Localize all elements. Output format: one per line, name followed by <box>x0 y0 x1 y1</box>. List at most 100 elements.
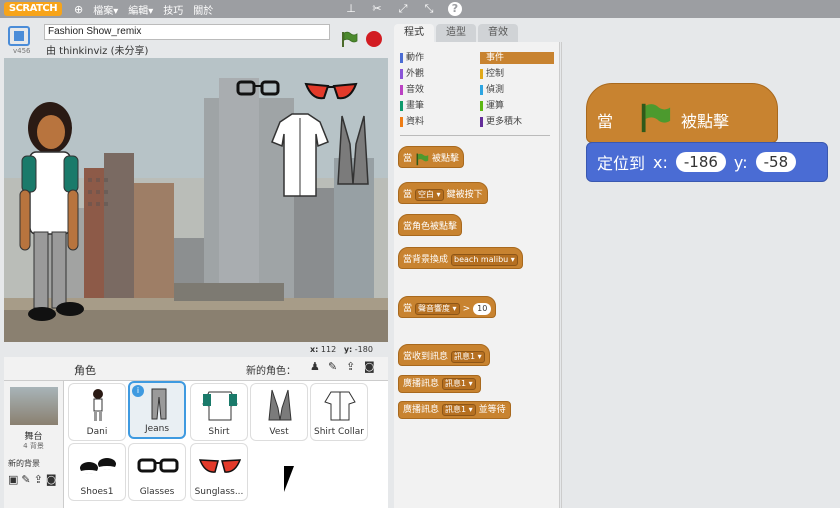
category-sound[interactable]: 音效 <box>400 84 474 96</box>
sprite-tile-jeans[interactable]: i Jeans <box>128 381 186 439</box>
key-dropdown[interactable]: 空白 ▾ <box>415 189 444 201</box>
stage-header: v456 Fashion Show_remix 由 thinkinviz (未分… <box>0 18 390 58</box>
x-value-input[interactable]: -186 <box>675 152 726 172</box>
sprite-name: Glasses <box>139 487 175 497</box>
block-when-flag-clicked[interactable]: 當 被點擊 <box>398 146 465 168</box>
block-broadcast[interactable]: 廣播訊息 訊息1 ▾ <box>398 375 481 393</box>
shirt-collar-thumb <box>324 391 356 421</box>
mouse-coords: x: 112 y: -180 <box>310 345 373 354</box>
sunglasses-thumb <box>199 459 241 473</box>
scratch-logo[interactable]: SCRATCH <box>4 2 62 16</box>
category-operators[interactable]: 運算 <box>480 100 554 112</box>
sprite-tile-dani[interactable]: Dani <box>68 383 126 441</box>
upload-icon[interactable]: ⇪ <box>346 360 355 373</box>
message-dropdown[interactable]: 訊息1 ▾ <box>442 404 476 416</box>
sprite-sunglasses[interactable] <box>304 78 358 102</box>
menu-file[interactable]: 檔案▾ <box>93 2 118 17</box>
block-when-loudness[interactable]: 當 聲音響度 ▾ > 10 <box>398 296 497 318</box>
sprite-dani[interactable] <box>14 94 84 324</box>
globe-icon[interactable]: ⊕ <box>74 3 83 16</box>
tab-costumes[interactable]: 造型 <box>436 24 476 42</box>
backdrop-upload-icon[interactable]: ⇪ <box>34 473 43 486</box>
sprite-tile-shirt-collar[interactable]: Shirt Collar <box>310 383 368 441</box>
stamp-icon[interactable]: ⊥ <box>344 2 358 16</box>
sprite-tile-sunglasses[interactable]: Sunglass... <box>190 443 248 501</box>
block-when-key-pressed[interactable]: 當 空白 ▾ 鍵被按下 <box>398 182 488 204</box>
sprite-vest[interactable] <box>336 114 370 190</box>
shrink-icon[interactable]: ⤡ <box>422 2 436 16</box>
sprite-name: Shirt <box>208 427 230 437</box>
script-when-flag-clicked[interactable]: 當 被點擊 <box>586 83 778 143</box>
glasses-thumb <box>137 458 179 473</box>
new-backdrop-label: 新的背景 <box>8 459 40 468</box>
sprite-name: Vest <box>269 427 289 437</box>
category-more-blocks[interactable]: 更多積木 <box>480 116 554 128</box>
backdrop-paint-icon[interactable]: ✎ <box>21 473 30 486</box>
paint-sprite-icon[interactable]: ♟ <box>310 360 320 373</box>
stage-thumbnail[interactable] <box>10 387 58 425</box>
palette-divider <box>400 135 550 136</box>
message-dropdown[interactable]: 訊息1 ▾ <box>451 351 485 363</box>
sprites-title: 角色 <box>74 364 96 377</box>
script-go-to-xy[interactable]: 定位到 x: -186 y: -58 <box>586 142 828 182</box>
sprite-name: Jeans <box>144 424 170 434</box>
help-icon[interactable]: ? <box>448 2 462 16</box>
mouse-cursor-icon <box>284 466 304 492</box>
tab-scripts[interactable]: 程式 <box>394 24 434 42</box>
green-flag-icon <box>641 103 671 133</box>
sprite-shirt[interactable] <box>270 112 330 198</box>
sprite-tile-vest[interactable]: Vest <box>250 383 308 441</box>
loudness-value[interactable]: 10 <box>473 303 492 315</box>
editor-tabs: 程式 造型 音效 <box>394 24 518 42</box>
block-when-receive[interactable]: 當收到訊息 訊息1 ▾ <box>398 344 490 366</box>
sprite-tile-shirt[interactable]: Shirt <box>190 383 248 441</box>
backdrop-library-icon[interactable]: ▣ <box>8 473 18 486</box>
sprites-header: 角色 新的角色： ♟ ✎ ⇪ ◙ <box>4 357 388 381</box>
sprite-name: Dani <box>86 427 108 437</box>
category-control[interactable]: 控制 <box>480 68 554 80</box>
camera-icon[interactable]: ◙ <box>364 360 375 373</box>
stage-thumbnail-panel[interactable]: 舞台 4 背景 新的背景 ▣ ✎ ⇪ ◙ <box>4 381 64 508</box>
block-when-backdrop-switches[interactable]: 當背景換成 beach malibu ▾ <box>398 247 523 269</box>
jeans-thumb <box>151 388 167 420</box>
sprite-list: Dani i Jeans Shirt Vest Shirt Collar Sho… <box>64 381 388 508</box>
block-broadcast-and-wait[interactable]: 廣播訊息 訊息1 ▾ 並等待 <box>398 401 511 419</box>
message-dropdown[interactable]: 訊息1 ▾ <box>442 378 476 390</box>
sprite-tile-glasses[interactable]: Glasses <box>128 443 186 501</box>
sprite-name: Shirt Collar <box>313 427 364 437</box>
category-pen[interactable]: 畫筆 <box>400 100 474 112</box>
stage-backdrop-count: 4 背景 <box>23 442 44 450</box>
project-title-field[interactable]: Fashion Show_remix <box>44 24 330 40</box>
shirt-thumb <box>202 391 238 421</box>
category-motion[interactable]: 動作 <box>400 52 474 64</box>
category-events[interactable]: 事件 <box>480 52 554 64</box>
sensor-dropdown[interactable]: 聲音響度 ▾ <box>415 303 460 315</box>
category-looks[interactable]: 外觀 <box>400 68 474 80</box>
category-sensing[interactable]: 偵測 <box>480 84 554 96</box>
cut-icon[interactable]: ✂ <box>370 2 384 16</box>
brush-icon[interactable]: ✎ <box>328 360 337 373</box>
menu-tips[interactable]: 技巧 <box>163 2 183 17</box>
menu-about[interactable]: 關於 <box>193 2 213 17</box>
backdrop-camera-icon[interactable]: ◙ <box>46 473 57 486</box>
sprite-glasses[interactable] <box>236 78 282 96</box>
stage[interactable] <box>4 58 388 342</box>
block-when-sprite-clicked[interactable]: 當角色被點擊 <box>398 214 463 236</box>
new-backdrop-tools: ▣ ✎ ⇪ ◙ <box>8 473 57 486</box>
block-palette: 動作 事件 外觀 控制 音效 偵測 畫筆 運算 資料 更多積木 當 被點擊 當 … <box>394 42 560 508</box>
sprite-name: Shoes1 <box>80 487 114 497</box>
grow-icon[interactable]: ⤢ <box>396 2 410 16</box>
tab-sounds[interactable]: 音效 <box>478 24 518 42</box>
backdrop-dropdown[interactable]: beach malibu ▾ <box>451 254 518 266</box>
menu-edit[interactable]: 編輯▾ <box>128 2 153 17</box>
fullscreen-icon[interactable] <box>8 26 30 46</box>
sprite-tile-shoes1[interactable]: Shoes1 <box>68 443 126 501</box>
category-data[interactable]: 資料 <box>400 116 474 128</box>
stop-icon[interactable] <box>366 31 382 47</box>
project-byline: 由 thinkinviz (未分享) <box>46 46 149 57</box>
menu-bar: SCRATCH ⊕ 檔案▾ 編輯▾ 技巧 關於 ⊥ ✂ ⤢ ⤡ ? <box>0 0 840 18</box>
version-label: v456 <box>13 47 31 55</box>
y-value-input[interactable]: -58 <box>755 152 797 172</box>
green-flag-icon[interactable] <box>340 30 358 48</box>
green-flag-icon <box>416 153 429 166</box>
